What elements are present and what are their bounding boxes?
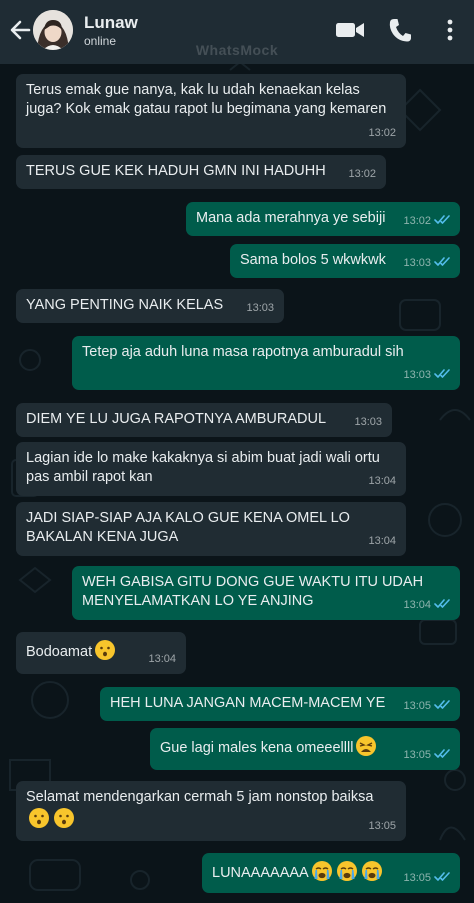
message-text: LUNAAAAAAA xyxy=(212,865,309,881)
read-receipt-icon xyxy=(434,213,452,224)
message-text: Mana ada merahnya ye sebiji xyxy=(196,210,386,226)
message-meta: 13:05 xyxy=(368,817,396,836)
message-meta: 13:03 xyxy=(354,413,382,432)
watermark: WhatsMock xyxy=(195,42,279,58)
crying-face-emoji xyxy=(361,860,383,882)
message-time: 13:05 xyxy=(368,820,396,832)
message-text: WEH GABISA GITU DONG GUE WAKTU ITU UDAH … xyxy=(82,574,424,609)
message-text: HEH LUNA JANGAN MACEM-MACEM YE xyxy=(110,695,386,711)
message-text: TERUS GUE KEK HADUH GMN INI HADUHH xyxy=(26,163,326,179)
message-text: DIEM YE LU JUGA RAPOTNYA AMBURADUL xyxy=(26,411,327,427)
contact-name[interactable]: Lunaw xyxy=(84,13,138,33)
read-receipt-icon xyxy=(434,870,452,881)
incoming-message[interactable]: YANG PENTING NAIK KELAS 13:03 xyxy=(16,289,284,323)
message-time: 13:03 xyxy=(246,302,274,314)
message-time: 13:02 xyxy=(403,215,431,227)
message-time: 13:04 xyxy=(148,653,176,665)
message-text: Lagian ide lo make kakaknya si abim buat… xyxy=(26,450,380,485)
message-text: Tetep aja aduh luna masa rapotnya ambura… xyxy=(82,344,404,360)
chat-screen: Lunaw online WhatsMock Terus emak gue na… xyxy=(0,0,474,903)
message-meta: 13:02 xyxy=(403,212,452,231)
crying-face-emoji xyxy=(336,860,358,882)
incoming-message[interactable]: JADI SIAP-SIAP AJA KALO GUE KENA OMEL LO… xyxy=(16,502,406,556)
message-time: 13:02 xyxy=(348,168,376,180)
message-time: 13:03 xyxy=(403,369,431,381)
read-receipt-icon xyxy=(434,698,452,709)
message-meta: 13:03 xyxy=(403,254,452,273)
outgoing-message[interactable]: Mana ada merahnya ye sebiji 13:02 xyxy=(186,202,460,236)
hushed-face-emoji xyxy=(28,807,50,829)
outgoing-message[interactable]: LUNAAAAAAA 13:05 xyxy=(202,853,460,893)
hushed-face-emoji xyxy=(53,807,75,829)
tired-face-emoji xyxy=(355,735,377,757)
message-meta: 13:04 xyxy=(148,650,176,669)
video-camera-icon[interactable] xyxy=(335,18,365,42)
message-time: 13:05 xyxy=(403,700,431,712)
message-time: 13:05 xyxy=(403,872,431,884)
read-receipt-icon xyxy=(434,367,452,378)
more-vertical-icon[interactable] xyxy=(440,17,460,43)
message-text: Selamat mendengarkan cermah 5 jam nonsto… xyxy=(26,789,374,805)
incoming-message[interactable]: TERUS GUE KEK HADUH GMN INI HADUHH 13:02 xyxy=(16,155,386,189)
message-meta: 13:03 xyxy=(246,299,274,318)
outgoing-message[interactable]: Gue lagi males kena omeeellll 13:05 xyxy=(150,728,460,770)
message-text: Bodoamat xyxy=(26,644,93,660)
message-meta: 13:02 xyxy=(348,165,376,184)
message-time: 13:04 xyxy=(368,535,396,547)
message-text: Terus emak gue nanya, kak lu udah kenaek… xyxy=(26,82,387,117)
message-time: 13:02 xyxy=(368,127,396,139)
incoming-message[interactable]: DIEM YE LU JUGA RAPOTNYA AMBURADUL 13:03 xyxy=(16,403,392,437)
message-time: 13:03 xyxy=(354,416,382,428)
message-time: 13:04 xyxy=(403,599,431,611)
message-time: 13:03 xyxy=(403,257,431,269)
read-receipt-icon xyxy=(434,255,452,266)
message-meta: 13:05 xyxy=(403,746,452,765)
message-text: JADI SIAP-SIAP AJA KALO GUE KENA OMEL LO… xyxy=(26,510,350,545)
message-text: Gue lagi males kena omeeellll xyxy=(160,740,354,756)
phone-icon[interactable] xyxy=(388,17,412,43)
arrow-left-icon[interactable] xyxy=(6,16,34,44)
incoming-message[interactable]: Bodoamat 13:04 xyxy=(16,632,186,674)
hushed-face-emoji xyxy=(94,639,116,661)
read-receipt-icon xyxy=(434,597,452,608)
message-meta: 13:05 xyxy=(403,869,452,888)
outgoing-message[interactable]: WEH GABISA GITU DONG GUE WAKTU ITU UDAH … xyxy=(72,566,460,620)
message-time: 13:04 xyxy=(368,475,396,487)
message-text: Sama bolos 5 wkwkwk xyxy=(240,252,386,268)
incoming-message[interactable]: Terus emak gue nanya, kak lu udah kenaek… xyxy=(16,74,406,148)
message-time: 13:05 xyxy=(403,749,431,761)
incoming-message[interactable]: Lagian ide lo make kakaknya si abim buat… xyxy=(16,442,406,496)
message-meta: 13:02 xyxy=(368,124,396,143)
message-meta: 13:04 xyxy=(368,472,396,491)
outgoing-message[interactable]: Tetep aja aduh luna masa rapotnya ambura… xyxy=(72,336,460,390)
incoming-message[interactable]: Selamat mendengarkan cermah 5 jam nonsto… xyxy=(16,781,406,841)
read-receipt-icon xyxy=(434,747,452,758)
message-meta: 13:03 xyxy=(403,366,452,385)
message-meta: 13:05 xyxy=(403,697,452,716)
message-text: YANG PENTING NAIK KELAS xyxy=(26,297,224,313)
outgoing-message[interactable]: Sama bolos 5 wkwkwk 13:03 xyxy=(230,244,460,278)
message-meta: 13:04 xyxy=(403,596,452,615)
message-meta: 13:04 xyxy=(368,532,396,551)
outgoing-message[interactable]: HEH LUNA JANGAN MACEM-MACEM YE 13:05 xyxy=(100,687,460,721)
crying-face-emoji xyxy=(311,860,333,882)
